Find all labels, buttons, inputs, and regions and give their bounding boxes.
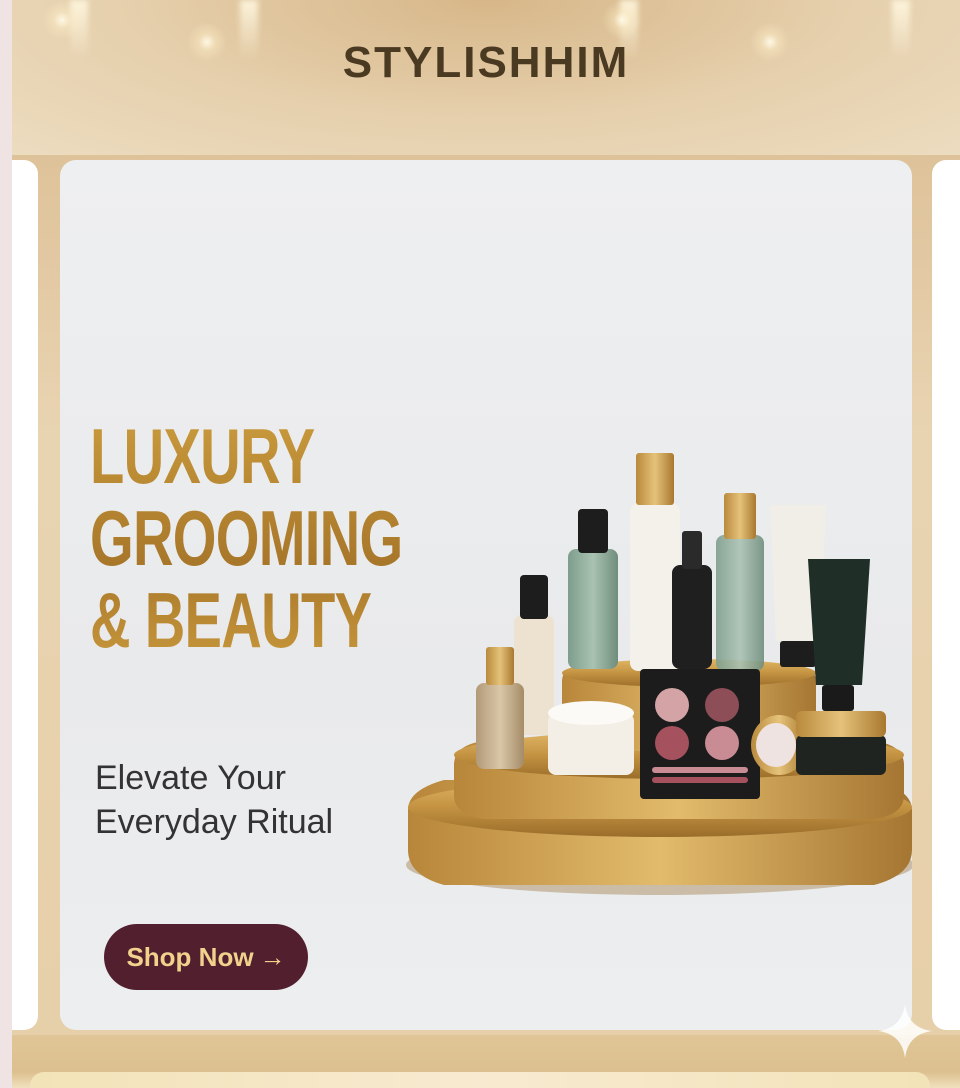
luxury-cosmetics-display-icon bbox=[406, 453, 912, 895]
brand-logo[interactable]: STYLISHHIM bbox=[12, 38, 960, 88]
headline-line: & BEAUTY bbox=[90, 576, 372, 664]
shop-now-button[interactable]: Shop Now → bbox=[104, 924, 308, 990]
next-slide-peek[interactable] bbox=[932, 160, 960, 1030]
site-header: STYLISHHIM bbox=[12, 0, 960, 155]
hero-headline: LUXURY GROOMING & BEAUTY bbox=[90, 415, 402, 661]
hero-carousel[interactable]: LUXURY GROOMING & BEAUTY Elevate Your Ev… bbox=[12, 155, 960, 1035]
sparkle-star-icon bbox=[878, 1004, 932, 1058]
headline-line: LUXURY bbox=[90, 412, 315, 500]
previous-slide-peek[interactable] bbox=[12, 160, 38, 1030]
next-section-card bbox=[30, 1072, 930, 1088]
hero-slide[interactable]: LUXURY GROOMING & BEAUTY Elevate Your Ev… bbox=[60, 160, 912, 1030]
shop-now-label: Shop Now bbox=[126, 941, 254, 972]
sparkle-light bbox=[602, 0, 642, 40]
headline-line: GROOMING bbox=[90, 494, 403, 582]
sparkle-light bbox=[42, 0, 82, 40]
hero-subtitle: Elevate Your Everyday Ritual bbox=[95, 756, 333, 844]
left-edge bbox=[0, 0, 12, 1088]
subtitle-line: Elevate Your bbox=[95, 759, 286, 797]
subtitle-line: Everyday Ritual bbox=[95, 803, 334, 841]
arrow-right-icon: → bbox=[259, 941, 286, 972]
